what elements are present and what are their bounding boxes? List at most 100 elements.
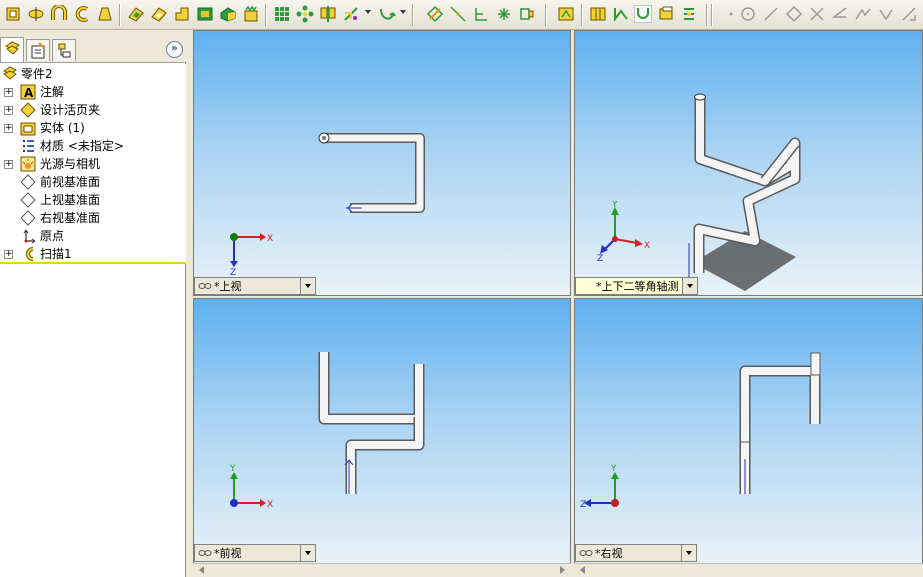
svg-text:A: A (24, 86, 34, 100)
axis-triad: X Z (230, 233, 273, 275)
viewport-top[interactable]: X Z *上视 (193, 30, 571, 296)
extruded-cut-icon[interactable] (127, 5, 145, 23)
circle-tool-icon[interactable] (739, 5, 757, 23)
configuration-manager-tab[interactable] (52, 39, 76, 61)
tree-item-origin[interactable]: 原点 (0, 227, 186, 245)
angle-icon[interactable] (831, 5, 849, 23)
plane-icon (20, 192, 36, 208)
draft-feature-icon[interactable] (96, 5, 114, 23)
horizontal-scrollbar-right[interactable] (574, 563, 923, 577)
plane-icon (20, 174, 36, 190)
tree-item-sweep1[interactable]: + 扫描1 (0, 245, 186, 263)
tree-item-label: 设计活页夹 (40, 103, 101, 117)
axis-z-label: Z (230, 268, 236, 275)
tree-item-label: 右视基准面 (40, 211, 101, 225)
viewport-front[interactable]: Y X *前视 (193, 298, 571, 564)
tree-item-lights-cameras[interactable]: + 光源与相机 (0, 155, 186, 173)
horizontal-scrollbar-left[interactable] (193, 563, 571, 577)
rib-icon[interactable] (219, 5, 237, 23)
tree-item-annotations[interactable]: + A 注解 (0, 83, 186, 101)
tree-item-label: 扫描1 (40, 247, 72, 261)
view-label: *右视 (595, 547, 623, 560)
viewport-right[interactable]: Y Z *右视 (574, 298, 923, 564)
revolved-boss-icon[interactable] (27, 5, 45, 23)
trim-icon[interactable] (808, 5, 826, 23)
view-dropdown-button[interactable] (682, 278, 697, 294)
convert-entities-icon[interactable] (518, 5, 536, 23)
view-dropdown-button[interactable] (300, 278, 315, 294)
axis-z-label: Z (580, 500, 586, 510)
expand-icon[interactable]: + (4, 160, 13, 169)
tree-item-right-plane[interactable]: 右视基准面 (0, 209, 186, 227)
property-manager-tab[interactable] (26, 39, 50, 61)
view-dropdown-button[interactable] (681, 545, 696, 561)
view-dropdown-button[interactable] (300, 545, 315, 561)
view-orientation-selector[interactable]: *右视 (575, 544, 697, 562)
lofted-boss-icon[interactable] (73, 5, 91, 23)
feature-tree: 零件2 + A 注解 + 设计活页夹 + 实体 (1) 材质 <未指定> + 光… (0, 64, 186, 264)
annotations-icon: A (20, 84, 36, 100)
expand-panel-button[interactable]: » (166, 41, 183, 58)
offset-icon[interactable] (900, 5, 918, 23)
axis-x-label: X (267, 500, 273, 510)
swept-path-icon[interactable] (634, 5, 652, 23)
view-orientation-selector[interactable]: *上下二等角轴测 (575, 277, 698, 295)
expand-icon[interactable]: + (4, 106, 13, 115)
tree-item-design-binder[interactable]: + 设计活页夹 (0, 101, 186, 119)
fillet-icon[interactable] (150, 5, 168, 23)
glasses-icon (579, 550, 593, 556)
expand-icon[interactable]: + (4, 124, 13, 133)
solid-bodies-icon (20, 120, 36, 136)
tree-item-front-plane[interactable]: 前视基准面 (0, 173, 186, 191)
sketch-select-icon[interactable] (557, 5, 575, 23)
tree-item-solid-bodies[interactable]: + 实体 (1) (0, 119, 186, 137)
chamfer-icon[interactable] (173, 5, 191, 23)
line-tool-icon[interactable] (762, 5, 780, 23)
axis-z-label: Z (597, 254, 603, 261)
point-tool-icon[interactable] (722, 5, 740, 23)
viewport-isometric[interactable]: Y X Z *上下二等角轴测 (574, 30, 923, 296)
tree-root-label: 零件2 (21, 67, 53, 81)
expand-icon[interactable]: + (4, 88, 13, 97)
scroll-right-arrow[interactable] (560, 566, 565, 574)
circular-pattern-icon[interactable] (296, 5, 314, 23)
extruded-boss-icon[interactable] (4, 5, 22, 23)
tree-item-label: 前视基准面 (40, 175, 101, 189)
view-orientation-selector[interactable]: *前视 (194, 544, 316, 562)
tangent-icon[interactable] (877, 5, 895, 23)
tree-item-top-plane[interactable]: 上视基准面 (0, 191, 186, 209)
feature-manager-tab[interactable] (0, 37, 24, 62)
hole-wizard-icon[interactable] (242, 5, 260, 23)
3d-sketch-icon[interactable] (589, 5, 607, 23)
loft-icon[interactable] (657, 5, 675, 23)
tree-divider (0, 262, 186, 264)
curves-icon[interactable] (378, 5, 396, 23)
front-view-model (318, 352, 425, 494)
sketch-icon[interactable] (426, 5, 444, 23)
polygon-icon[interactable] (785, 5, 803, 23)
view-orientation-selector[interactable]: *上视 (194, 277, 316, 295)
expand-icon[interactable]: + (4, 250, 13, 259)
line-icon[interactable] (472, 5, 490, 23)
tree-root[interactable]: 零件2 (0, 65, 186, 83)
arc-icon[interactable] (854, 5, 872, 23)
property-icon (31, 42, 45, 59)
shell-icon[interactable] (196, 5, 214, 23)
scroll-left-arrow[interactable] (199, 566, 204, 574)
smart-dimension-icon[interactable] (449, 5, 467, 23)
tree-item-label: 实体 (1) (40, 121, 85, 135)
point-icon[interactable] (495, 5, 513, 23)
view-label: *上下二等角轴测 (596, 280, 679, 293)
reference-geometry-icon[interactable] (342, 5, 360, 23)
routing-icon[interactable] (612, 5, 630, 23)
scroll-left-arrow[interactable] (580, 566, 585, 574)
dimension-icon[interactable] (680, 5, 698, 23)
feature-manager-panel: » 零件2 + A 注解 + 设计活页夹 + 实体 (1) 材质 <未指定> + (0, 33, 186, 577)
swept-boss-icon[interactable] (50, 5, 68, 23)
mirror-icon[interactable] (319, 5, 337, 23)
view-label: *前视 (214, 547, 242, 560)
main-toolbar (0, 0, 923, 30)
tree-item-material[interactable]: 材质 <未指定> (0, 137, 186, 155)
linear-pattern-icon[interactable] (273, 5, 291, 23)
axis-triad: Y X Z (597, 201, 650, 261)
